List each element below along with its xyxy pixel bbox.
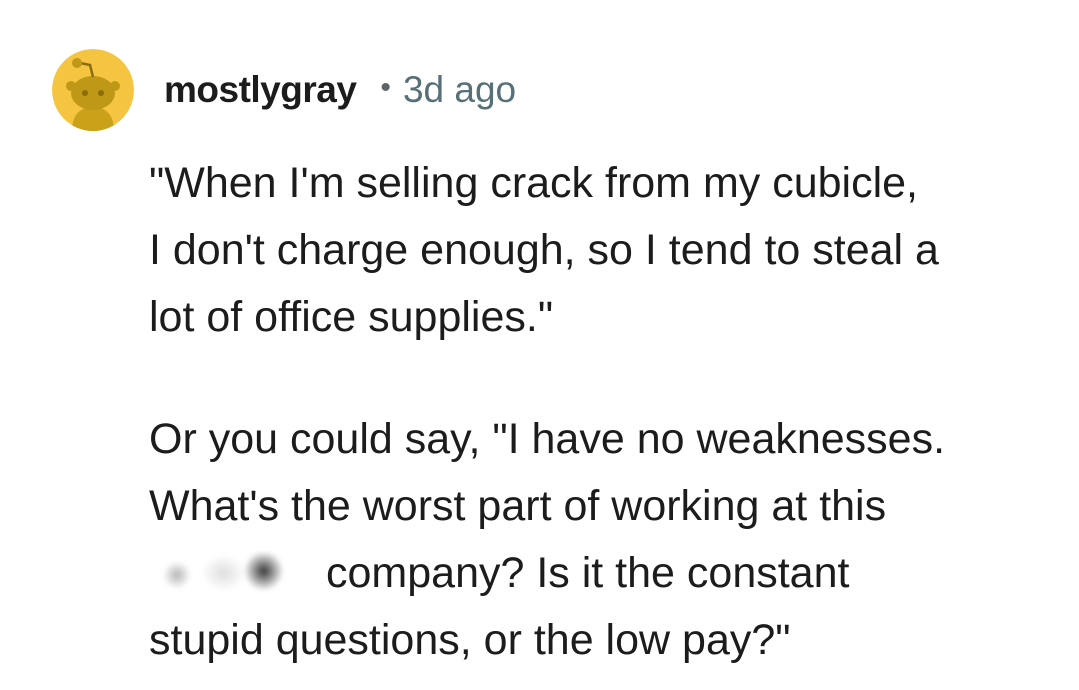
comment-paragraph: Or you could say, "I have no weaknesses.…: [149, 406, 1049, 674]
comment-line: Or you could say, "I have no weaknesses.: [149, 415, 946, 463]
comment-header: mostlygray • 3d ago: [52, 48, 516, 132]
redacted-word-blur: [149, 553, 304, 593]
comment-line: company? Is it the constant: [326, 549, 850, 597]
separator-dot: •: [380, 71, 391, 104]
comment-line: stupid questions, or the low pay?": [149, 616, 791, 664]
comment-line: lot of office supplies.": [149, 293, 554, 341]
snoo-avatar-icon[interactable]: [52, 49, 134, 131]
comment-body: "When I'm selling crack from my cubicle,…: [149, 150, 1049, 674]
comment-paragraph: "When I'm selling crack from my cubicle,…: [149, 150, 1049, 351]
comment-username[interactable]: mostlygray: [164, 69, 357, 111]
comment-line: I don't charge enough, so I tend to stea…: [149, 226, 939, 274]
comment-line: What's the worst part of working at this: [149, 482, 887, 530]
comment-line: "When I'm selling crack from my cubicle,: [149, 159, 919, 207]
comment-card: mostlygray • 3d ago "When I'm selling cr…: [0, 0, 1079, 690]
comment-timestamp[interactable]: 3d ago: [403, 69, 516, 111]
